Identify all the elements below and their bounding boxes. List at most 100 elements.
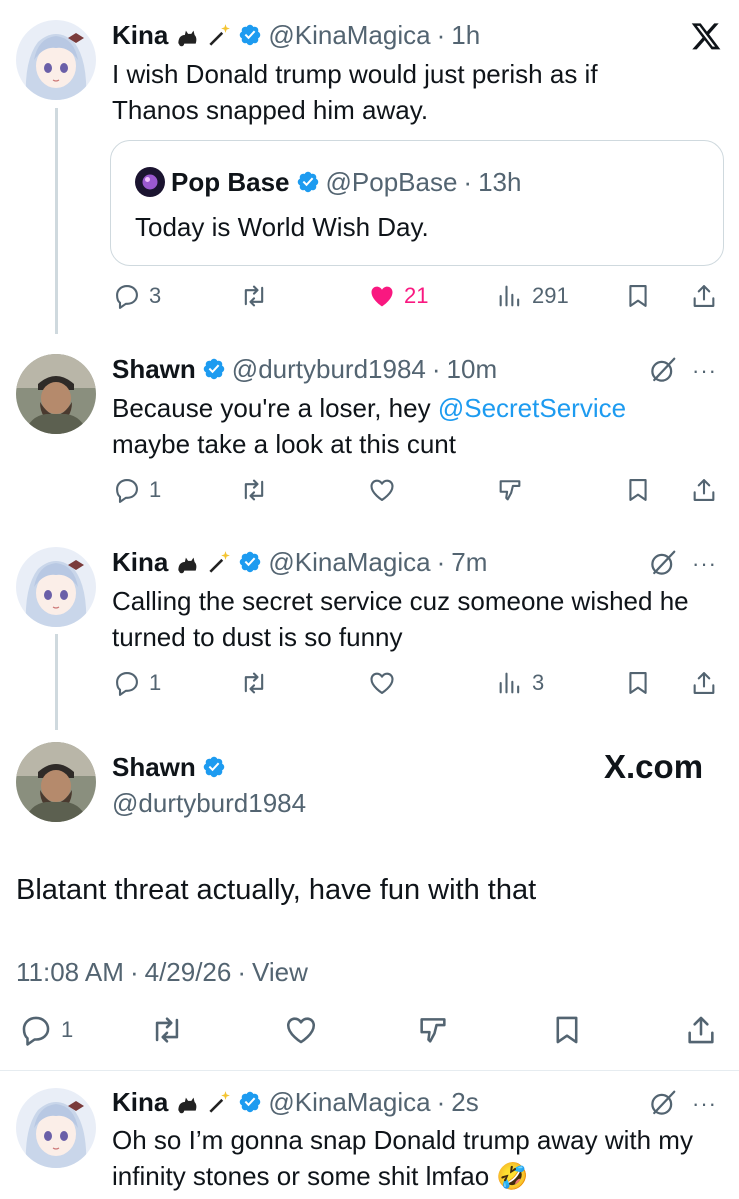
views-icon (496, 669, 524, 697)
timestamp[interactable]: 7m (451, 547, 487, 578)
share-button[interactable] (684, 1013, 718, 1047)
views-button[interactable]: 3 (496, 669, 544, 697)
cat-icon (174, 1089, 200, 1115)
handle[interactable]: @KinaMagica (268, 547, 430, 578)
tweet-header: Shawn (112, 750, 226, 784)
share-button[interactable] (690, 669, 718, 697)
quote-timestamp[interactable]: 13h (478, 167, 521, 198)
wand-icon (206, 549, 232, 575)
quote-tweet[interactable]: Pop Base @PopBase · 13h Today is World W… (110, 140, 724, 266)
reply-count: 1 (149, 670, 162, 695)
like-count: 21 (404, 283, 429, 308)
reply-icon (113, 282, 141, 310)
quote-handle[interactable]: @PopBase (326, 167, 458, 198)
verified-badge-icon (202, 755, 226, 779)
more-options-icon[interactable]: ··· (692, 1091, 717, 1117)
verified-badge-icon (202, 357, 226, 381)
bookmark-button[interactable] (624, 282, 652, 310)
like-icon (284, 1013, 318, 1047)
separator: · (436, 19, 446, 50)
display-name[interactable]: Kina (112, 1087, 168, 1118)
verified-badge-icon (296, 170, 320, 194)
downvote-button[interactable] (416, 1013, 450, 1047)
reply-button[interactable]: 1 (19, 1013, 73, 1047)
bookmark-icon (550, 1013, 584, 1047)
handle[interactable]: @durtyburd1984 (232, 354, 426, 385)
downvote-button[interactable] (496, 476, 524, 504)
grok-icon[interactable] (648, 548, 678, 578)
popbase-avatar[interactable] (135, 167, 165, 197)
reply-icon (113, 476, 141, 504)
display-name[interactable]: Shawn (112, 354, 196, 385)
views-button[interactable]: 291 (496, 282, 569, 310)
more-options-icon[interactable]: ··· (692, 551, 717, 577)
display-name[interactable]: Shawn (112, 752, 196, 783)
bookmark-button[interactable] (550, 1013, 584, 1047)
separator: · (463, 166, 473, 197)
separator: · (436, 546, 446, 577)
tweet-header: Kina @KinaMagica · 7m (112, 545, 487, 579)
timestamp[interactable]: 2s (451, 1087, 478, 1118)
x-logo-icon[interactable] (690, 20, 722, 52)
verified-badge-icon (238, 23, 262, 47)
timestamp[interactable]: 1h (451, 20, 480, 51)
reply-count: 1 (149, 477, 162, 502)
bookmark-button[interactable] (624, 476, 652, 504)
retweet-button[interactable] (240, 476, 268, 504)
like-button[interactable] (368, 669, 396, 697)
reply-button[interactable]: 1 (113, 669, 161, 697)
quote-header: Pop Base @PopBase · 13h (135, 165, 521, 199)
reply-count: 1 (61, 1017, 74, 1042)
tweet-text-part: Because you're a loser, hey (112, 393, 438, 423)
retweet-button[interactable] (150, 1013, 184, 1047)
more-options-icon[interactable]: ··· (692, 358, 717, 384)
reply-button[interactable]: 1 (113, 476, 161, 504)
tweet-text-part: maybe take a look at this cunt (112, 429, 456, 459)
handle[interactable]: @KinaMagica (268, 20, 430, 51)
grok-icon[interactable] (648, 355, 678, 385)
reply-icon (19, 1013, 53, 1047)
share-button[interactable] (690, 282, 718, 310)
handle[interactable]: @durtyburd1984 (112, 788, 306, 819)
timestamp[interactable]: 10m (447, 354, 498, 385)
handle[interactable]: @KinaMagica (268, 1087, 430, 1118)
like-icon (368, 476, 396, 504)
reply-button[interactable]: 3 (113, 282, 161, 310)
view-link[interactable]: View (252, 957, 308, 988)
downvote-icon (496, 476, 524, 504)
avatar[interactable] (16, 742, 96, 822)
like-button[interactable] (368, 476, 396, 504)
date[interactable]: 4/29/26 (145, 957, 232, 988)
avatar[interactable] (16, 1088, 96, 1168)
grok-icon[interactable] (648, 1088, 678, 1118)
quote-display-name[interactable]: Pop Base (171, 167, 290, 198)
tweet-text: Oh so I’m gonna snap Donald trump away w… (112, 1125, 693, 1191)
share-button[interactable] (690, 476, 718, 504)
retweet-button[interactable] (240, 282, 268, 310)
bookmark-button[interactable] (624, 669, 652, 697)
watermark: X.com (604, 748, 704, 785)
time[interactable]: 11:08 AM (16, 957, 124, 988)
tweet-text: Blatant threat actually, have fun with t… (16, 874, 537, 906)
like-button[interactable]: 21 (368, 282, 428, 310)
like-button[interactable] (284, 1013, 318, 1047)
divider (0, 1070, 739, 1071)
avatar[interactable] (16, 20, 96, 100)
cat-icon (174, 22, 200, 48)
separator: · (436, 1086, 446, 1117)
display-name[interactable]: Kina (112, 20, 168, 51)
retweet-button[interactable] (240, 669, 268, 697)
avatar[interactable] (16, 354, 96, 434)
avatar[interactable] (16, 547, 96, 627)
tweet-header: Shawn @durtyburd1984 · 10m (112, 352, 497, 386)
display-name[interactable]: Kina (112, 547, 168, 578)
views-count: 3 (532, 670, 545, 695)
share-icon (684, 1013, 718, 1047)
mention-link[interactable]: @SecretService (438, 393, 626, 423)
like-icon (368, 282, 396, 310)
separator: · (431, 353, 441, 384)
retweet-icon (240, 476, 268, 504)
tweet-text: I wish Donald trump would just perish as… (112, 59, 598, 125)
share-icon (690, 669, 718, 697)
bookmark-icon (624, 476, 652, 504)
